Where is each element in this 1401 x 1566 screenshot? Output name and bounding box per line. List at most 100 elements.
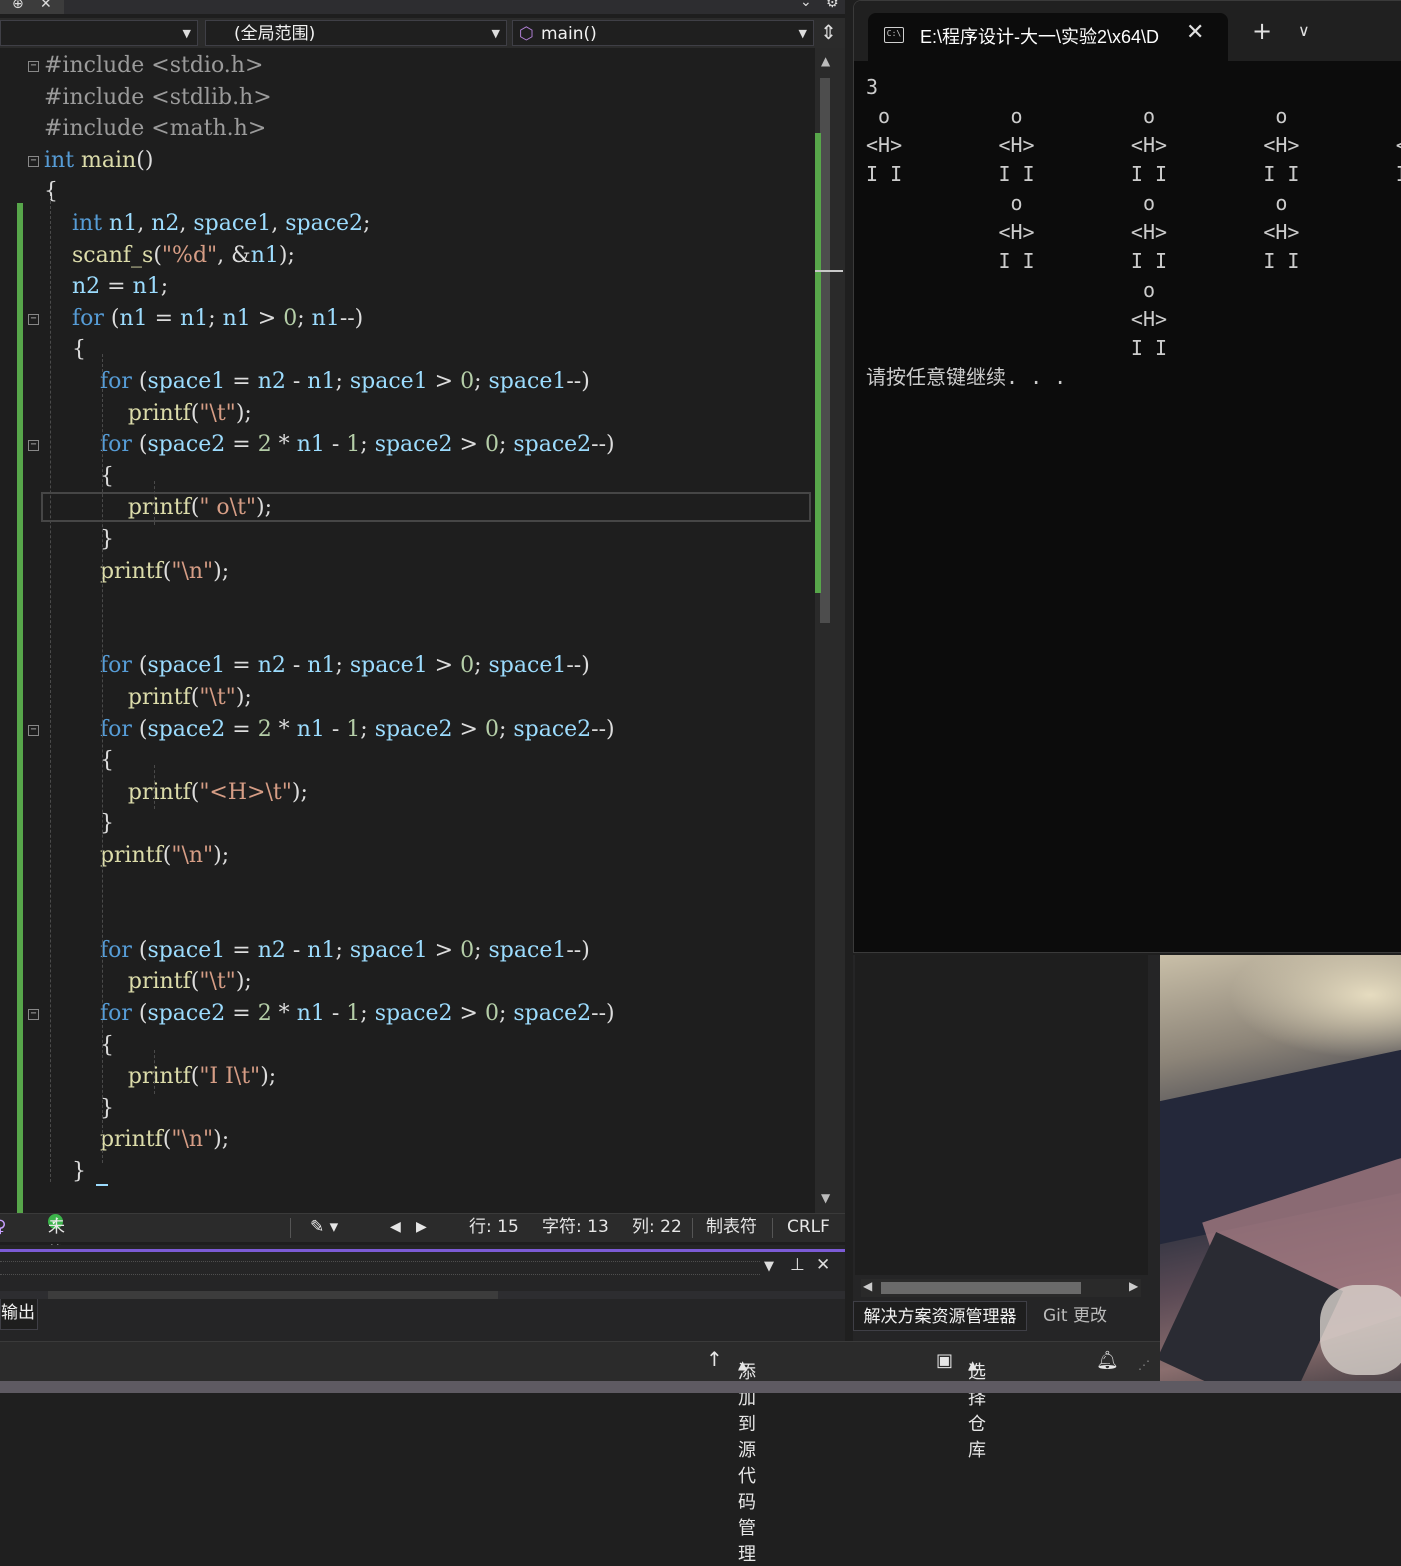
fold-toggle-icon[interactable]: −	[28, 313, 39, 325]
console-window[interactable]: C:\ E:\程序设计-大一\实验2\x64\D ✕ + ∨ 3 o o o o…	[853, 0, 1401, 953]
code-line[interactable]: printf("<H>\t");	[44, 778, 308, 808]
code-line[interactable]: for (space1 = n2 - n1; space1 > 0; space…	[44, 936, 590, 966]
char-number[interactable]: 字符: 13	[542, 1214, 609, 1241]
code-token: (	[131, 653, 148, 679]
gear-icon[interactable]: ⚙	[826, 0, 839, 11]
resize-grip-icon[interactable]: ⋰	[1138, 1358, 1150, 1372]
fold-toggle-icon[interactable]: −	[28, 155, 39, 167]
vertical-scrollbar[interactable]: ▲ ▼	[815, 48, 845, 1213]
code-token: ;	[335, 369, 350, 394]
code-line[interactable]: }	[44, 1094, 114, 1124]
chevron-down-icon[interactable]: ⌄	[800, 0, 812, 10]
code-line[interactable]: #include <math.h>	[44, 114, 266, 144]
column-number[interactable]: 列: 22	[632, 1214, 682, 1241]
close-tab-icon[interactable]: ✕	[1186, 20, 1204, 45]
code-token: for	[99, 937, 132, 963]
cleanup-brush-icon[interactable]: ✎ ▾	[310, 1214, 338, 1241]
tab-git-changes[interactable]: Git 更改	[1043, 1301, 1107, 1331]
bell-icon[interactable]: 🔔︎	[1096, 1350, 1119, 1371]
code-line[interactable]: printf("\n");	[44, 841, 229, 871]
code-token: n1	[307, 937, 336, 963]
code-line[interactable]: int n1, n2, space1, space2;	[44, 209, 370, 239]
code-token: printf	[127, 1064, 191, 1090]
code-token: #include <math.h>	[44, 116, 267, 142]
prev-issue-icon[interactable]: ◀	[390, 1214, 401, 1241]
code-token: space1	[349, 653, 428, 679]
code-line[interactable]: printf("\n");	[44, 1125, 229, 1155]
code-line[interactable]: for (space2 = 2 * n1 - 1; space2 > 0; sp…	[44, 999, 615, 1029]
code-line[interactable]: for (space2 = 2 * n1 - 1; space2 > 0; sp…	[44, 715, 615, 745]
member-label: main()	[541, 24, 597, 44]
code-token: >	[427, 653, 461, 679]
code-line[interactable]: for (space2 = 2 * n1 - 1; space2 > 0; sp…	[44, 430, 615, 460]
document-tab[interactable]: ⊕ ✕	[0, 0, 64, 14]
tab-output[interactable]: 输出	[0, 1299, 38, 1330]
code-line[interactable]: }	[44, 809, 114, 839]
code-line[interactable]: printf("\t");	[44, 683, 252, 713]
code-line[interactable]: for (space1 = n2 - n1; space1 > 0; space…	[44, 651, 590, 681]
code-token: space1	[193, 211, 272, 236]
new-tab-plus-icon[interactable]: +	[1252, 17, 1272, 45]
code-token: {	[44, 1032, 114, 1058]
pin-icon[interactable]: ⊕	[12, 0, 24, 12]
line-ending[interactable]: CRLF	[787, 1214, 830, 1241]
scroll-down-icon[interactable]: ▼	[821, 1191, 830, 1205]
code-editor-panel: ⊕ ✕ ⌄ ⚙ ▼ (全局范围) ▼ ⬡ main() ▼ ⇕ #include…	[0, 0, 845, 1245]
code-line[interactable]: printf("I I\t");	[44, 1062, 276, 1092]
code-token: =	[225, 369, 258, 394]
code-line[interactable]: {	[44, 462, 114, 492]
code-line[interactable]: {	[44, 746, 114, 776]
console-title-bar: C:\ E:\程序设计-大一\实验2\x64\D ✕ + ∨	[854, 1, 1401, 61]
code-line[interactable]: scanf_s("%d", &n1);	[44, 241, 295, 271]
scrollbar-thumb[interactable]	[820, 78, 830, 623]
code-line[interactable]: }	[44, 525, 114, 555]
member-dropdown[interactable]: ⬡ main() ▼	[512, 20, 814, 46]
indent-mode[interactable]: 制表符	[706, 1214, 757, 1241]
scroll-left-icon[interactable]: ◀	[863, 1279, 872, 1293]
solution-explorer-content[interactable]	[855, 955, 1148, 1275]
output-source-dropdown[interactable]	[48, 1291, 498, 1299]
split-editor-icon[interactable]: ⇕	[820, 20, 837, 44]
code-line[interactable]: printf("\t");	[44, 967, 252, 997]
project-dropdown[interactable]: ▼	[0, 20, 198, 46]
code-area[interactable]: #include <stdio.h> #include <stdlib.h> #in…	[0, 48, 815, 1213]
horizontal-scrollbar[interactable]: ◀ ▶	[861, 1279, 1141, 1297]
console-line: <H> <H> <H> <H> <H>	[866, 133, 1401, 157]
code-line[interactable]: #include <stdlib.h>	[44, 83, 272, 113]
code-line[interactable]: for (space1 = n2 - n1; space1 > 0; space…	[44, 367, 590, 397]
hint-icon[interactable]: ♀	[0, 1214, 6, 1241]
code-token: "\t"	[199, 685, 236, 710]
fold-toggle-icon[interactable]: −	[28, 61, 39, 72]
code-token: (	[131, 1001, 148, 1026]
code-line[interactable]: int main()	[44, 146, 153, 176]
fold-toggle-icon[interactable]: −	[28, 1009, 39, 1020]
scope-dropdown[interactable]: (全局范围) ▼	[205, 20, 507, 46]
code-line[interactable]: printf("\t");	[44, 399, 252, 429]
console-tab[interactable]: C:\ E:\程序设计-大一\实验2\x64\D ✕	[868, 13, 1228, 61]
tab-solution-explorer[interactable]: 解决方案资源管理器	[853, 1301, 1027, 1331]
close-icon[interactable]: ✕	[40, 0, 52, 12]
panel-grip[interactable]	[0, 1261, 760, 1275]
code-line[interactable]: {	[44, 177, 58, 207]
code-token: (	[131, 937, 148, 963]
chevron-down-icon[interactable]: ▼	[764, 1259, 774, 1274]
code-line[interactable]: printf("\n");	[44, 557, 229, 587]
code-line[interactable]: {	[44, 1031, 114, 1061]
scrollbar-thumb[interactable]	[881, 1282, 1081, 1294]
fold-toggle-icon[interactable]: −	[28, 724, 39, 736]
fold-toggle-icon[interactable]: −	[28, 440, 39, 452]
code-token: -	[324, 1001, 347, 1026]
wallpaper-light	[1320, 1285, 1401, 1375]
scroll-up-icon[interactable]: ▲	[821, 54, 830, 68]
line-number[interactable]: 行: 15	[469, 1214, 519, 1241]
next-issue-icon[interactable]: ▶	[416, 1214, 427, 1241]
scroll-right-icon[interactable]: ▶	[1129, 1279, 1138, 1293]
code-line[interactable]: for (n1 = n1; n1 > 0; n1--)	[44, 304, 363, 334]
code-line[interactable]: #include <stdio.h>	[44, 51, 263, 81]
code-token: (	[131, 369, 148, 394]
close-icon[interactable]: ✕	[816, 1255, 830, 1275]
pin-icon[interactable]: ⊥	[790, 1255, 805, 1275]
chevron-down-icon[interactable]: ∨	[1298, 21, 1310, 40]
code-line[interactable]: n2 = n1;	[44, 272, 168, 302]
